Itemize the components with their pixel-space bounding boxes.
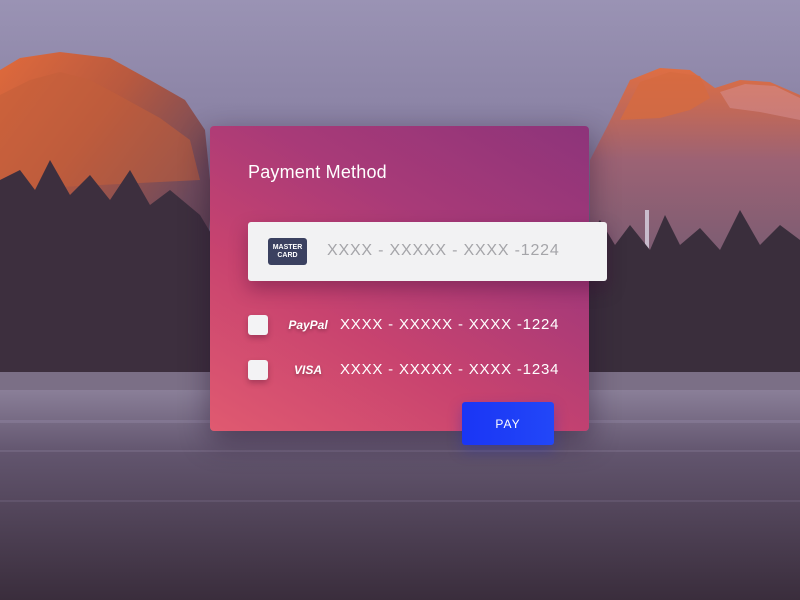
visa-icon: VISA (293, 363, 322, 377)
payment-option-paypal[interactable]: PayPal XXXX - XXXXX - XXXX -1224 (248, 314, 568, 336)
payment-method-card: Payment Method MASTER CARD XXXX - XXXXX … (210, 126, 607, 445)
paypal-number: XXXX - XXXXX - XXXX -1224 (340, 316, 560, 333)
pay-button[interactable]: PAY (462, 402, 554, 445)
paypal-checkbox[interactable] (248, 315, 268, 335)
badge-line-2: CARD (277, 251, 298, 259)
badge-line-1: MASTER (272, 243, 303, 251)
visa-checkbox[interactable] (248, 360, 268, 380)
visa-number: XXXX - XXXXX - XXXX -1234 (340, 361, 560, 378)
payment-option-visa[interactable]: VISA XXXX - XXXXX - XXXX -1234 (248, 359, 568, 381)
card-title: Payment Method (248, 162, 387, 182)
mastercard-icon: MASTER CARD (268, 238, 307, 265)
paypal-icon: PayPal (288, 318, 328, 332)
selected-card-field[interactable]: MASTER CARD XXXX - XXXXX - XXXX -1224 (248, 222, 607, 281)
selected-card-number: XXXX - XXXXX - XXXX -1224 (327, 242, 560, 259)
background-scene: Payment Method MASTER CARD XXXX - XXXXX … (0, 0, 800, 600)
